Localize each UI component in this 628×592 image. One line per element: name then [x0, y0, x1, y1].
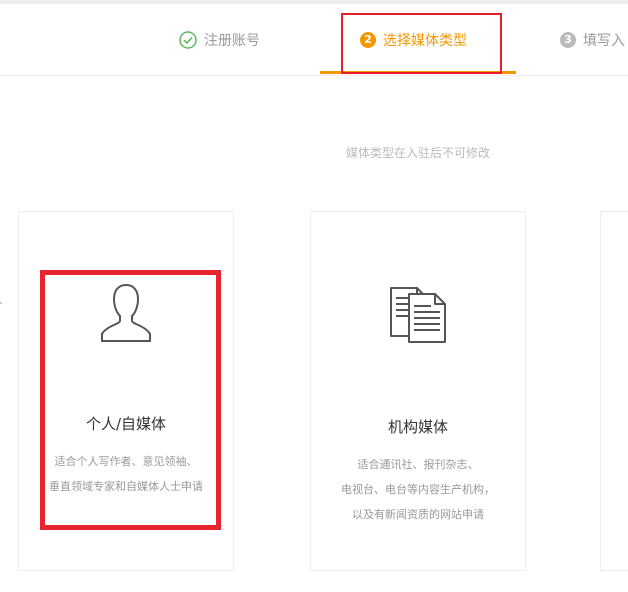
person-icon — [101, 284, 151, 342]
card-desc-line: 垂直领域专家和自媒体人士申请 — [49, 480, 203, 493]
card-personal-media[interactable]: 个人/自媒体 适合个人写作者、意见领袖、 垂直领域专家和自媒体人士申请 — [18, 211, 234, 571]
step-select-media-type[interactable]: 2 选择媒体类型 — [360, 4, 467, 75]
card-desc-line: 以及有新闻资质的网站申请 — [352, 508, 484, 521]
check-circle-icon — [179, 30, 197, 49]
step-number: 2 — [360, 31, 376, 48]
card-desc-line: 电视台、电台等内容生产机构， — [341, 483, 495, 496]
card-title: 个人/自媒体 — [85, 415, 167, 433]
step-fill-info[interactable]: 3 填写入 — [560, 4, 625, 75]
media-type-notice: 媒体类型在入驻后不可修改 — [345, 146, 490, 160]
documents-icon — [390, 287, 446, 343]
step-bar: 注册账号 2 选择媒体类型 3 填写入 — [0, 4, 628, 76]
card-title: 机构媒体 — [387, 418, 448, 436]
step-label: 填写入 — [583, 32, 625, 49]
card-description: 适合个人写作者、意见领袖、 垂直领域专家和自媒体人士申请 — [19, 449, 233, 499]
step-label: 选择媒体类型 — [383, 32, 467, 49]
card-description: 适合通讯社、报刊杂志、 电视台、电台等内容生产机构， 以及有新闻资质的网站申请 — [311, 452, 525, 527]
step-register[interactable]: 注册账号 — [179, 4, 260, 75]
left-edge-mark — [0, 302, 2, 304]
step-label: 注册账号 — [204, 32, 260, 49]
active-step-underline — [320, 71, 516, 74]
media-type-page: 注册账号 2 选择媒体类型 3 填写入 媒体类型在入驻后不可修改 个人/自媒体 … — [0, 0, 628, 592]
card-organization-media[interactable]: 机构媒体 适合通讯社、报刊杂志、 电视台、电台等内容生产机构， 以及有新闻资质的… — [310, 211, 526, 571]
card-partial-next[interactable] — [600, 211, 628, 571]
card-desc-line: 适合通讯社、报刊杂志、 — [357, 458, 479, 471]
card-desc-line: 适合个人写作者、意见领袖、 — [54, 455, 198, 468]
step-number: 3 — [560, 31, 576, 48]
